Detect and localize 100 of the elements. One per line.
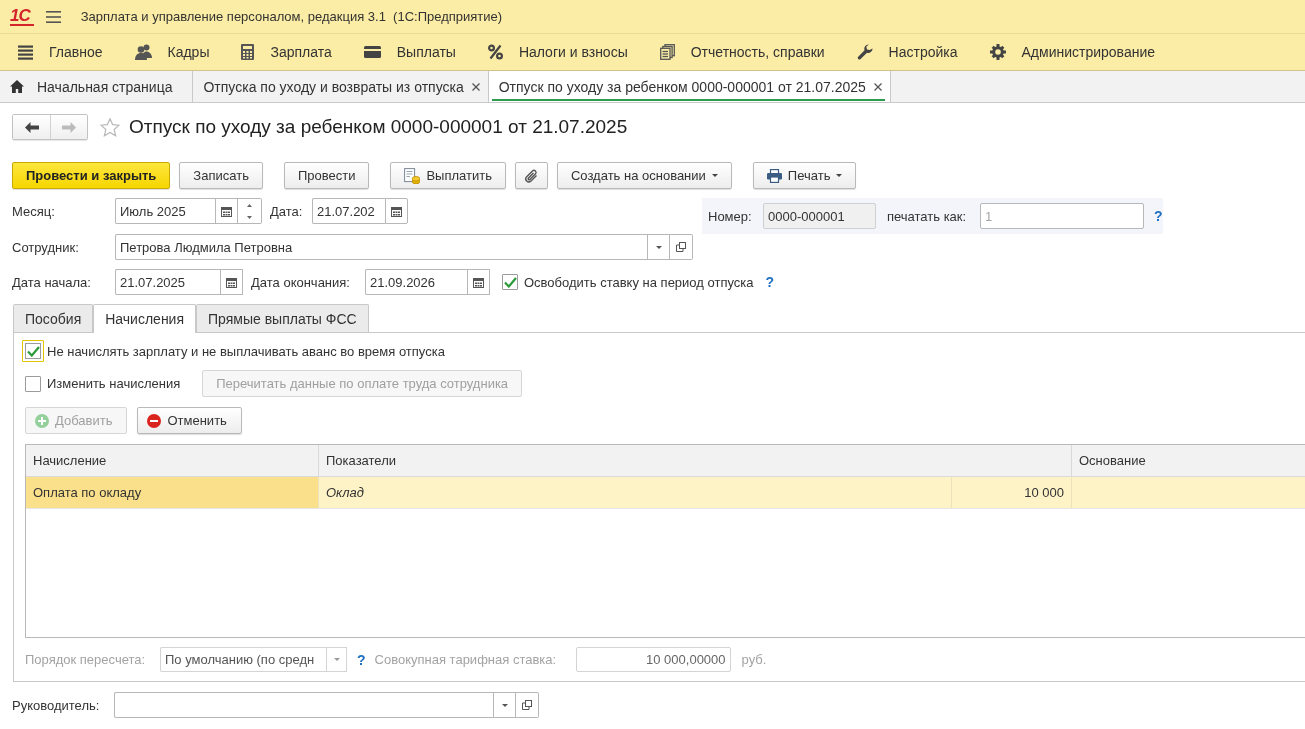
close-icon[interactable]: [873, 82, 882, 91]
field-label: Дата начала:: [12, 274, 92, 290]
list-icon: [18, 44, 33, 60]
section-item[interactable]: Отчетность, справки: [659, 38, 825, 66]
create-based-on-button[interactable]: Создать на основании: [556, 162, 732, 189]
open-icon: [676, 242, 686, 252]
people-icon: [134, 44, 152, 60]
document-coins-icon: [404, 167, 421, 184]
table-row[interactable]: Оплата по окладу Оклад 10 000: [26, 477, 1305, 509]
section-item[interactable]: Администрирование: [989, 38, 1155, 66]
calendar-icon: [226, 276, 237, 288]
month-field[interactable]: Июль 2025: [115, 198, 215, 224]
form-title: Отпуск по уходу за ребенком 0000-000001 от 21.07.2025: [129, 116, 628, 138]
calculator-icon: [241, 44, 255, 60]
checkbox[interactable]: [25, 375, 41, 392]
calendar-icon: [221, 205, 232, 217]
section-item[interactable]: Главное: [18, 38, 103, 66]
attach-button[interactable]: [514, 162, 548, 189]
form-tab[interactable]: Начисления: [93, 304, 196, 333]
left-arrow-icon: [24, 121, 39, 133]
checkbox[interactable]: [502, 274, 518, 290]
form-tab[interactable]: Пособия: [13, 304, 94, 332]
field-label: Руководитель:: [12, 697, 101, 713]
close-icon[interactable]: [471, 82, 480, 91]
print-button[interactable]: Печать: [752, 162, 857, 189]
caret-icon: [655, 245, 662, 249]
form-tab[interactable]: Прямые выплаты ФСС: [196, 304, 369, 332]
checkbox-label[interactable]: Изменить начисления: [47, 376, 181, 391]
payout-button[interactable]: Выплатить: [390, 162, 506, 189]
calendar-button[interactable]: [385, 198, 408, 224]
home-icon: [10, 80, 24, 93]
number-field[interactable]: 0000-000001: [763, 203, 876, 229]
end-date-field[interactable]: 21.09.2026: [365, 269, 467, 295]
command-button[interactable]: Провести: [283, 162, 370, 189]
gear-icon: [989, 44, 1006, 60]
command-button[interactable]: Записать: [179, 162, 263, 189]
calendar-button[interactable]: [467, 269, 490, 295]
caret-icon: [836, 174, 843, 177]
section-item[interactable]: Налоги и взносы: [487, 38, 628, 66]
post-and-close-button[interactable]: Провести и закрыть: [12, 162, 171, 189]
table-cell: Оклад: [319, 477, 952, 508]
checkbox[interactable]: [22, 340, 44, 362]
card-icon: [363, 46, 381, 58]
section-item[interactable]: Зарплата: [241, 38, 332, 66]
unit-label: руб.: [741, 652, 767, 667]
column-header[interactable]: Основание: [1072, 445, 1305, 476]
open-button[interactable]: [516, 692, 539, 718]
check-icon: [26, 345, 40, 357]
open-icon: [522, 700, 532, 710]
open-tab[interactable]: Отпуска по уходу и возвраты из отпуска: [193, 71, 489, 102]
back-button[interactable]: [13, 115, 50, 139]
paperclip-icon: [524, 168, 538, 183]
start-date-field[interactable]: 21.07.2025: [115, 269, 220, 295]
caret-icon: [501, 703, 508, 707]
date-field[interactable]: 21.07.202: [312, 198, 385, 224]
column-header[interactable]: Показатели: [319, 445, 1072, 476]
table-cell: Оплата по окладу: [26, 477, 319, 508]
down-caret-icon: [247, 215, 252, 219]
manager-field[interactable]: [114, 692, 493, 718]
star-icon[interactable]: [100, 117, 120, 137]
field-label: Месяц:: [12, 202, 56, 221]
wrench-icon: [856, 44, 873, 60]
up-caret-icon: [247, 203, 252, 207]
field-label: Порядок пересчета:: [25, 652, 147, 667]
calendar-button[interactable]: [220, 269, 243, 295]
column-header[interactable]: Начисление: [26, 445, 319, 476]
open-tab[interactable]: Начальная страница: [0, 71, 194, 102]
percent-icon: [487, 44, 503, 60]
documents-icon: [659, 44, 675, 60]
section-item[interactable]: Настройка: [856, 38, 958, 66]
calendar-icon: [391, 205, 402, 217]
table-cell: 10 000: [952, 477, 1072, 508]
window-title: Зарплата и управление персоналом, редакция 3.1 (1С:Предприятие): [80, 9, 503, 24]
field-label: Совокупная тарифная ставка:: [374, 652, 558, 667]
checkbox-label[interactable]: Освободить ставку на период отпуска: [524, 274, 754, 290]
plus-circle-icon: [35, 413, 49, 428]
menu-icon[interactable]: [45, 10, 61, 23]
app-logo: 1С: [10, 7, 34, 26]
field-label: Номер:: [708, 208, 753, 224]
field-label: печатать как:: [887, 208, 968, 224]
help-link[interactable]: ?: [765, 274, 775, 290]
calendar-button[interactable]: [215, 198, 238, 224]
check-icon: [503, 276, 517, 288]
caret-icon: [333, 658, 340, 661]
cancel-button[interactable]: Отменить: [137, 407, 242, 434]
print-as-field[interactable]: 1: [980, 203, 1144, 229]
employee-field[interactable]: Петрова Людмила Петровна: [115, 234, 647, 260]
open-button[interactable]: [670, 234, 693, 260]
field-label: Дата:: [270, 202, 304, 221]
open-tab[interactable]: Отпуск по уходу за ребенком 0000-000001 от 21.07.2025: [488, 71, 891, 102]
section-item[interactable]: Выплаты: [363, 38, 456, 66]
field-label: Дата окончания:: [251, 274, 351, 290]
caret-icon: [711, 174, 718, 177]
checkbox-label[interactable]: Не начислять зарплату и не выплачивать аванс во время отпуска: [47, 343, 445, 359]
minus-circle-icon: [147, 413, 162, 428]
help-link[interactable]: ?: [1154, 208, 1163, 224]
right-arrow-icon: [62, 121, 76, 133]
printer-icon: [766, 168, 782, 183]
calendar-icon: [473, 276, 484, 288]
section-item[interactable]: Кадры: [134, 38, 210, 66]
